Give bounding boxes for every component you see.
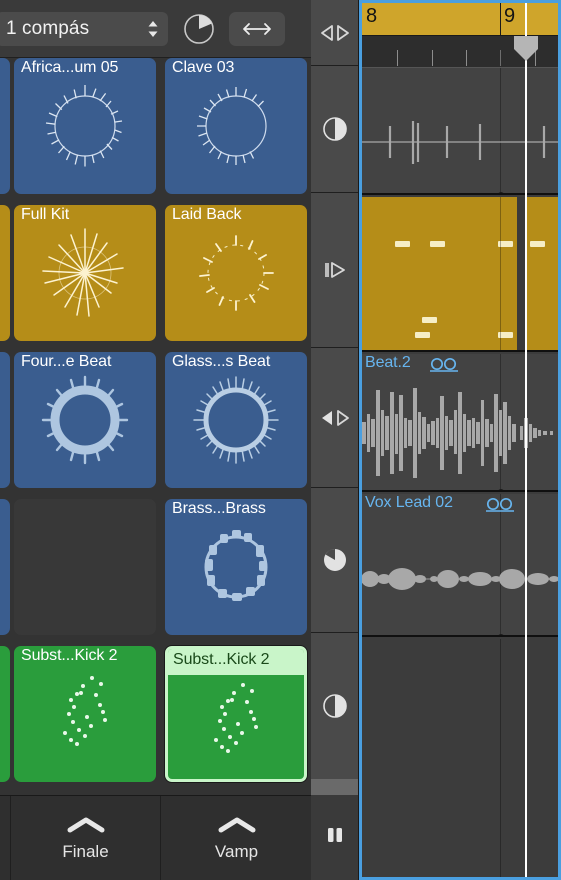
- bar-divider: [500, 3, 501, 35]
- lane-fade-notch: [492, 629, 510, 635]
- track-lane-3[interactable]: Beat.2: [362, 354, 558, 492]
- loop-cell-title: Clave 03: [172, 59, 235, 76]
- waveform-ring-chunky: [165, 499, 307, 635]
- quantize-popup-menu[interactable]: 1 compás: [0, 11, 168, 46]
- chevron-up-icon: [217, 816, 257, 834]
- loop-cell-title: Brass...Brass: [172, 500, 266, 517]
- beat-tick: [397, 50, 398, 66]
- waveform-burst: [14, 205, 156, 341]
- midi-notes: [395, 241, 513, 338]
- loop-cell-subst-kick-2[interactable]: Subst...Kick 2: [14, 646, 156, 782]
- chevron-up-icon: [66, 816, 106, 834]
- loop-follow-tempo-icon[interactable]: [486, 497, 514, 518]
- quantize-popup-label: 1 compás: [6, 17, 90, 39]
- scene-trigger-row: Finale Vamp: [0, 795, 311, 880]
- scene-trigger-finale[interactable]: Finale: [11, 796, 161, 880]
- playhead-handle[interactable]: [513, 36, 539, 62]
- track-ctl-5[interactable]: [311, 488, 358, 633]
- waveform-ring-spiky: [14, 58, 156, 194]
- loop-cell-africa-drum-05[interactable]: Africa...um 05: [14, 58, 156, 194]
- live-loops-cell-grid: Africa...um 05 Full Kit Four...e Beat Su…: [0, 58, 311, 795]
- loop-cell-title: Full Kit: [21, 206, 70, 223]
- track-lane-2[interactable]: [362, 197, 558, 352]
- loop-cell[interactable]: [0, 58, 10, 194]
- live-loops-pane: 1 compás Africa...um 05 Full Kit Four...…: [0, 0, 311, 880]
- scene-label: Vamp: [214, 841, 259, 861]
- loop-cell-empty[interactable]: [14, 499, 156, 635]
- track-ctl-2[interactable]: [311, 66, 358, 193]
- loop-cell-full-kit[interactable]: Full Kit: [14, 205, 156, 341]
- audio-waveform: [362, 568, 558, 590]
- loop-cell-laid-back[interactable]: Laid Back: [165, 205, 307, 341]
- scene-label: Finale: [62, 841, 109, 861]
- loop-cell-title: Glass...s Beat: [172, 353, 271, 370]
- loop-cell-brass-brass[interactable]: Brass...Brass: [165, 499, 307, 635]
- scene-trigger-vamp[interactable]: Vamp: [162, 796, 311, 880]
- loop-cell[interactable]: [0, 205, 10, 341]
- loop-cell[interactable]: [0, 352, 10, 488]
- track-ctl-3[interactable]: [311, 193, 358, 348]
- loop-cell-glass-beat[interactable]: Glass...s Beat: [165, 352, 307, 488]
- loop-cell-title: Four...e Beat: [21, 353, 112, 370]
- waveform-ring-thin-spiky: [165, 58, 307, 194]
- audio-waveform: [362, 121, 558, 164]
- midi-region-1[interactable]: [362, 197, 517, 350]
- loop-cell-title: Subst...Kick 2: [173, 651, 270, 668]
- scene-trigger-partial[interactable]: [0, 796, 11, 880]
- playhead-pie-icon[interactable]: [180, 10, 218, 48]
- beat-tick: [466, 50, 467, 66]
- stepper-updown-icon[interactable]: [146, 18, 160, 40]
- bar-gridline: [500, 197, 501, 350]
- track-lane-5[interactable]: [362, 639, 558, 877]
- pie-quarter-icon[interactable]: [322, 547, 348, 573]
- waveform-dots: [14, 646, 156, 782]
- crossfade-left-filled-icon[interactable]: [319, 408, 351, 428]
- track-lane-4[interactable]: Vox Lead 02: [362, 494, 558, 637]
- crossfade-both-icon[interactable]: [319, 23, 351, 43]
- loop-cell[interactable]: [0, 499, 10, 635]
- waveform-ring-thick: [14, 352, 156, 488]
- loop-cell-four-on-the-floor-beat[interactable]: Four...e Beat: [14, 352, 156, 488]
- lane-fade-notch: [492, 484, 510, 490]
- bar-ruler[interactable]: 8 9: [362, 3, 558, 36]
- strip-scrollbar[interactable]: [311, 779, 358, 795]
- bar-gridline: [500, 639, 501, 877]
- track-ctl-4[interactable]: [311, 348, 358, 488]
- half-circle-right-icon[interactable]: [322, 116, 348, 142]
- region-label-beat-2: Beat.2: [365, 354, 411, 371]
- bar-number: 8: [366, 5, 378, 27]
- track-control-strip: [311, 0, 359, 880]
- live-loops-toolbar: 1 compás: [0, 0, 311, 58]
- logic-pro-window: 1 compás Africa...um 05 Full Kit Four...…: [0, 0, 561, 880]
- half-circle-right-icon[interactable]: [322, 693, 348, 719]
- pause-button[interactable]: [311, 795, 358, 880]
- waveform-ring-dense: [165, 352, 307, 488]
- region-label-vox-lead-02: Vox Lead 02: [365, 494, 453, 511]
- audio-waveform: [362, 388, 553, 478]
- midi-region-2[interactable]: [525, 197, 558, 350]
- track-lane-1[interactable]: [362, 68, 558, 195]
- loop-cell-clave-03[interactable]: Clave 03: [165, 58, 307, 194]
- bar-number: 9: [504, 5, 516, 27]
- midi-notes: [530, 241, 545, 247]
- waveform-ring-sparse: [165, 205, 307, 341]
- beat-tick: [432, 50, 433, 66]
- track-ctl-6[interactable]: [311, 633, 358, 779]
- arrangement-timeline: 8 9 Beat.2 Vox Lead 02: [359, 0, 561, 880]
- loop-cell-title: Subst...Kick 2: [21, 647, 118, 664]
- pause-icon: [324, 824, 346, 851]
- horizontal-resize-icon[interactable]: [229, 11, 285, 46]
- loop-cell[interactable]: [0, 646, 10, 782]
- playhead-line[interactable]: [525, 3, 527, 877]
- play-bar-right-icon[interactable]: [320, 260, 350, 280]
- loop-cell-subst-kick-2-selected[interactable]: Subst...Kick 2: [165, 646, 307, 782]
- beat-tick: [500, 50, 501, 66]
- lane-fade-notch: [492, 187, 510, 193]
- track-ctl-1[interactable]: [311, 0, 358, 66]
- loop-cell-title: Laid Back: [172, 206, 242, 223]
- loop-cell-title: Africa...um 05: [21, 59, 119, 76]
- loop-follow-tempo-icon[interactable]: [430, 357, 458, 378]
- waveform-dots: [168, 663, 304, 779]
